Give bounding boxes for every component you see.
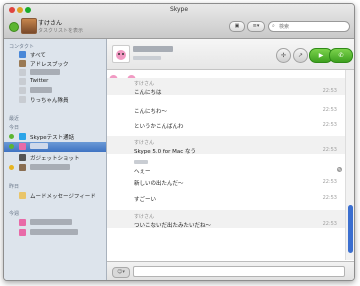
group-icon xyxy=(19,96,26,103)
sidebar-item-selected-chat[interactable] xyxy=(4,142,106,152)
window-title: Skype xyxy=(169,6,189,13)
message-time: 22:53 xyxy=(322,147,337,153)
yesterday-header: 昨日 xyxy=(9,184,20,190)
message-item: へぇー ✎ xyxy=(107,159,345,175)
redacted-label xyxy=(30,87,52,93)
sidebar-item-contact-lastweek-1[interactable] xyxy=(4,218,106,227)
group-icon xyxy=(19,69,26,76)
sidebar-item-all[interactable]: すべて xyxy=(4,50,106,59)
message-text: というかこんばんわ xyxy=(134,124,184,130)
title-bar: Skype すけさん タスクリストを表示 ▣ ≡▾ ⌕ xyxy=(4,4,354,39)
message-text: Skype 5.0 for Mac なう xyxy=(134,149,197,155)
message-text: 新しいの出たんだ〜 xyxy=(134,181,184,187)
message-sender: すけさん xyxy=(134,81,155,87)
group-icon xyxy=(19,51,26,58)
my-name[interactable]: すけさん xyxy=(38,18,62,27)
message-list: すけさん こんにちは 22:53 こんにちわ〜 22:53 というかこんばんわ … xyxy=(107,70,345,260)
message-item: すけさん Skype 5.0 for Mac なう 22:53 xyxy=(107,136,345,155)
add-participant-button[interactable]: ✢ xyxy=(276,48,291,63)
message-time: 22:53 xyxy=(322,195,337,201)
lastweek-header: 今週 xyxy=(9,211,20,217)
contact-avatar xyxy=(19,154,26,161)
online-status-icon xyxy=(9,134,14,139)
emoticon-button[interactable]: ☺▾ xyxy=(112,267,130,278)
sidebar-item-skype-test-call[interactable]: Skypeテスト通話 xyxy=(4,132,106,141)
contact-status-text xyxy=(133,56,161,60)
away-status-icon xyxy=(9,165,14,170)
contact-avatar xyxy=(19,219,26,226)
message-sender: すけさん xyxy=(134,214,155,220)
my-avatar[interactable] xyxy=(21,18,37,34)
sidebar-item-contact[interactable] xyxy=(4,163,106,172)
search-input[interactable] xyxy=(279,22,343,31)
message-item: というかこんばんわ 22:53 xyxy=(107,121,345,131)
message-scrollbar[interactable] xyxy=(345,70,354,260)
sidebar-item-contact-group-2[interactable] xyxy=(4,86,106,95)
sidebar-item-mood-feed[interactable]: ムードメッセージフィード xyxy=(4,191,106,200)
message-item: 新しいの出たんだ〜 22:53 xyxy=(107,178,345,188)
message-text: こんにちは xyxy=(134,90,162,96)
sidebar-item-contact-lastweek-2[interactable] xyxy=(4,228,106,237)
message-item: すごーい 22:53 xyxy=(107,194,345,204)
message-time: 22:53 xyxy=(322,122,337,128)
sidebar-item-gadget-shot[interactable]: ガジェットショット xyxy=(4,153,106,162)
message-text: へぇー xyxy=(134,169,151,175)
message-text: すごーい xyxy=(134,197,157,203)
sidebar-item-contact-group[interactable] xyxy=(4,68,106,77)
redacted-label xyxy=(30,219,72,225)
search-field[interactable]: ⌕ xyxy=(268,21,350,32)
share-button[interactable]: ↗ xyxy=(293,48,308,63)
message-item: こんにちわ〜 22:53 xyxy=(107,106,345,116)
redacted-label xyxy=(30,164,70,170)
message-time: 22:53 xyxy=(322,107,337,113)
contact-avatar[interactable] xyxy=(112,45,130,63)
avatar-image xyxy=(116,50,126,60)
mood-feed-icon xyxy=(19,192,26,199)
message-sender xyxy=(134,160,148,164)
online-status-icon[interactable] xyxy=(9,22,19,32)
scrollbar-thumb[interactable] xyxy=(348,205,353,253)
sidebar: コンタクト すべて アドレスブック Twitter りっちゃん隊員 最近 今日 xyxy=(4,39,107,280)
message-time: 22:53 xyxy=(322,88,337,94)
profile-toggle-button[interactable]: ▣ xyxy=(229,21,245,32)
message-time: 22:53 xyxy=(322,179,337,185)
redacted-label xyxy=(30,229,78,235)
chat-header: ✢ ↗ ▶ ✆ xyxy=(107,39,354,70)
sidebar-item-addressbook[interactable]: アドレスブック xyxy=(4,59,106,68)
chat-pane: ✢ ↗ ▶ ✆ すけさん こんにちは 22:53 こんにちわ〜 22:53 とい… xyxy=(107,39,354,280)
online-status-icon xyxy=(9,144,14,149)
group-icon xyxy=(19,87,26,94)
sidebar-item-twitter[interactable]: Twitter xyxy=(4,77,106,86)
message-item: すけさん こんにちは 22:53 xyxy=(107,78,345,96)
message-text: ついこないだ出たみたいだね〜 xyxy=(134,223,212,229)
message-sender: すけさん xyxy=(134,140,155,146)
recent-header: 最近 xyxy=(9,116,20,122)
contact-avatar xyxy=(19,229,26,236)
edit-message-icon[interactable]: ✎ xyxy=(337,167,342,172)
group-icon xyxy=(19,78,26,85)
today-header: 今日 xyxy=(9,125,20,131)
contact-avatar xyxy=(19,164,26,171)
search-icon: ⌕ xyxy=(272,23,275,29)
redacted-label xyxy=(30,69,60,75)
redacted-label xyxy=(30,143,48,149)
contacts-header: コンタクト xyxy=(9,44,35,50)
sidebar-item-ricchan[interactable]: りっちゃん隊員 xyxy=(4,95,106,104)
composer-bar: ☺▾ xyxy=(107,261,354,280)
message-item: すけさん ついこないだ出たみたいだね〜 22:53 xyxy=(107,210,345,229)
message-text: こんにちわ〜 xyxy=(134,109,168,115)
message-time: 22:53 xyxy=(322,221,337,227)
skype-icon xyxy=(19,133,26,140)
my-mood-message[interactable]: タスクリストを表示 xyxy=(38,27,83,34)
contact-name xyxy=(133,46,173,52)
addressbook-icon xyxy=(19,60,26,67)
message-input[interactable] xyxy=(133,266,345,277)
skype-window: Skype すけさん タスクリストを表示 ▣ ≡▾ ⌕ コンタクト すべて アド… xyxy=(3,3,355,281)
contact-avatar xyxy=(19,143,26,150)
call-button[interactable]: ✆ xyxy=(329,48,353,63)
view-menu-button[interactable]: ≡▾ xyxy=(247,21,265,32)
